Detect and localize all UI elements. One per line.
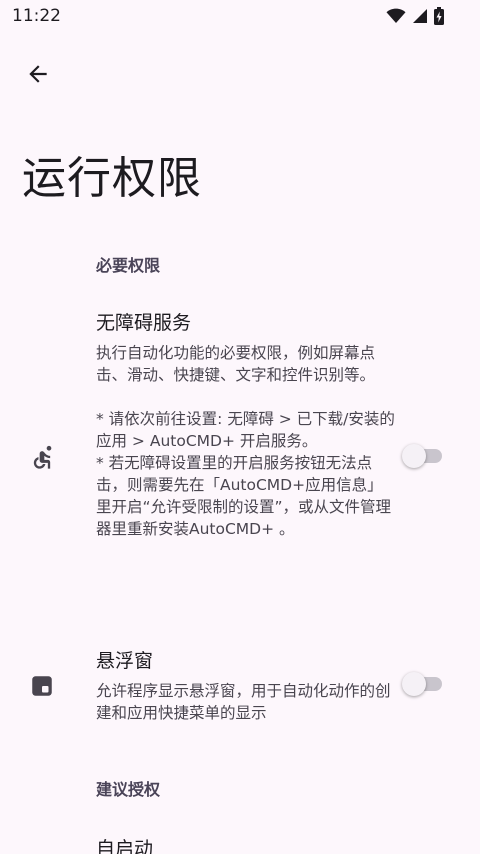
section-header-required: 必要权限 (96, 256, 161, 275)
pref-title: 无障碍服务 (96, 312, 192, 334)
permissions-screen: 11:22 运行权限 必要权限 无障碍服务 执行自动化功能的必要权限，例如屏幕点… (0, 0, 480, 854)
floating-window-switch[interactable] (402, 672, 442, 696)
pref-auto-start-text: 自启动 (96, 836, 396, 854)
pref-title: 悬浮窗 (96, 650, 154, 672)
battery-icon (434, 7, 444, 25)
pref-title: 自启动 (96, 838, 154, 854)
accessibility-switch[interactable] (402, 444, 442, 468)
pref-accessibility-text: 无障碍服务 执行自动化功能的必要权限，例如屏幕点击、滑动、快捷键、文字和控件识别… (96, 310, 396, 540)
pref-auto-start[interactable]: 自启动 (0, 836, 480, 854)
status-time: 11:22 (12, 6, 61, 26)
page-title: 运行权限 (22, 153, 202, 204)
switch-thumb (402, 444, 426, 468)
section-header-suggested: 建议授权 (96, 780, 161, 799)
status-icons (386, 7, 444, 25)
pref-summary: 允许程序显示悬浮窗，用于自动化动作的创建和应用快捷菜单的显示 (96, 682, 391, 722)
pref-floating-window-text: 悬浮窗 允许程序显示悬浮窗，用于自动化动作的创建和应用快捷菜单的显示 (96, 648, 396, 724)
switch-thumb (402, 672, 426, 696)
wifi-icon (386, 8, 406, 24)
pref-accessibility-service[interactable]: 无障碍服务 执行自动化功能的必要权限，例如屏幕点击、滑动、快捷键、文字和控件识别… (0, 310, 480, 610)
floating-window-icon (28, 672, 56, 700)
cellular-signal-icon (412, 8, 428, 24)
pref-summary: 执行自动化功能的必要权限，例如屏幕点击、滑动、快捷键、文字和控件识别等。 * 请… (96, 344, 395, 538)
accessibility-icon (28, 443, 56, 471)
status-bar: 11:22 (0, 0, 480, 34)
back-button[interactable] (14, 52, 62, 100)
arrow-back-icon (25, 61, 51, 91)
pref-floating-window[interactable]: 悬浮窗 允许程序显示悬浮窗，用于自动化动作的创建和应用快捷菜单的显示 (0, 648, 480, 728)
